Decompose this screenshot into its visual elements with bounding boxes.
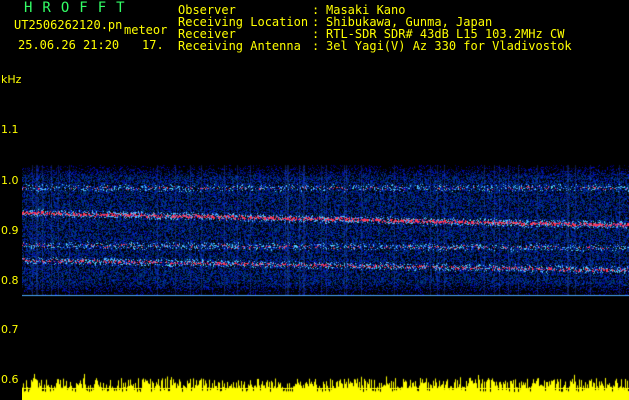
station-info: Observer : Masaki Kano Receiving Locatio… <box>178 4 624 52</box>
spectrogram-panel <box>22 72 629 400</box>
freq-tick-1-0: 1.0 <box>1 174 19 187</box>
file-name: UT2506262120.pn <box>14 18 123 32</box>
freq-tick-0-9: 0.9 <box>1 224 19 237</box>
hrofft-window: HROFFT UT2506262120.pn meteor 25.06.26 2… <box>0 0 629 400</box>
antenna-key: Receiving Antenna <box>178 39 301 53</box>
antenna-row: Receiving Antenna : 3el Yagi(V) Az 330 f… <box>178 40 624 52</box>
app-title: HROFFT <box>24 0 135 16</box>
freq-unit-label: kHz <box>1 73 22 86</box>
freq-tick-0-8: 0.8 <box>1 274 19 287</box>
freq-tick-0-7: 0.7 <box>1 323 19 336</box>
event-counter: 17. <box>142 38 164 52</box>
event-type-label: meteor <box>124 23 168 37</box>
freq-tick-0-6: 0.6 <box>1 373 19 386</box>
antenna-separator: : <box>312 39 320 53</box>
header-panel: HROFFT UT2506262120.pn meteor 25.06.26 2… <box>0 0 629 72</box>
capture-datetime: 25.06.26 21:20 <box>18 38 120 52</box>
spectrogram-canvas <box>22 72 629 400</box>
freq-tick-1-1: 1.1 <box>1 123 19 136</box>
antenna-value: 3el Yagi(V) Az 330 for Vladivostok <box>326 39 572 53</box>
